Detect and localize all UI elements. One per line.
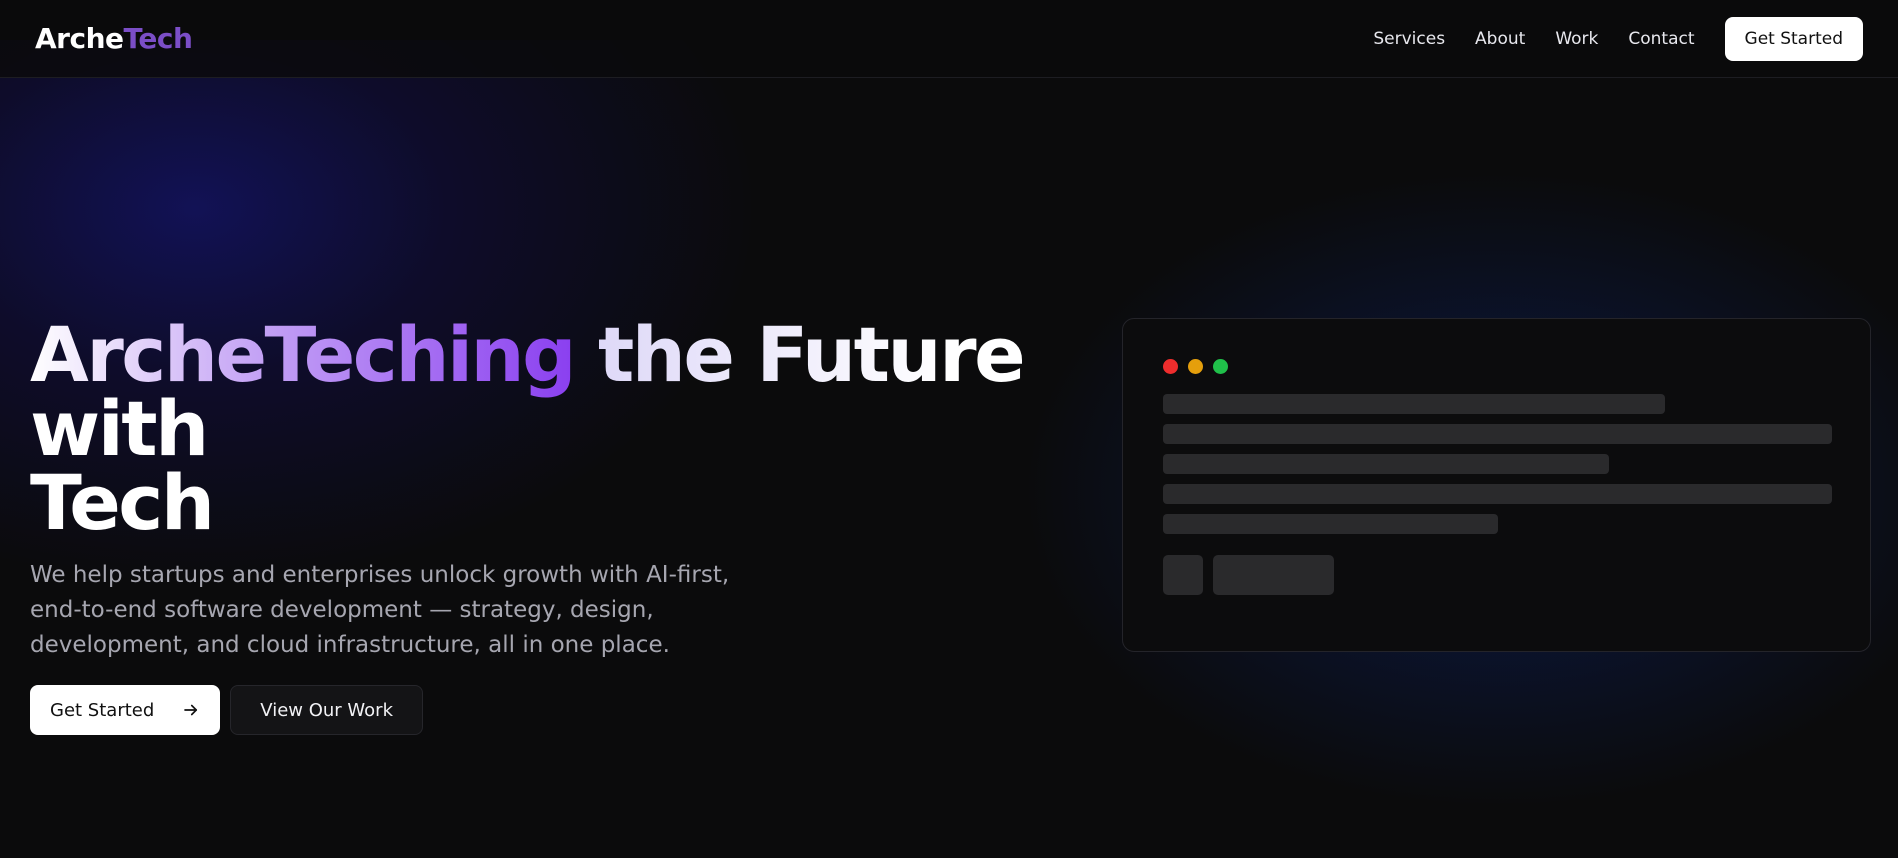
logo-text-tech: Tech	[123, 22, 193, 55]
app-window-mockup	[1122, 318, 1871, 652]
arrow-right-icon	[184, 704, 198, 716]
site-header: ArcheTech Services About Work Contact Ge…	[0, 0, 1898, 78]
skeleton-line	[1163, 484, 1832, 504]
skeleton-chip	[1163, 555, 1203, 595]
nav-link-about[interactable]: About	[1475, 29, 1525, 49]
view-our-work-label: View Our Work	[260, 699, 393, 721]
skeleton-line	[1163, 514, 1498, 534]
brand-logo[interactable]: ArcheTech	[35, 22, 193, 55]
nav-link-services[interactable]: Services	[1373, 29, 1445, 49]
window-controls	[1163, 359, 1228, 374]
hero-headline: ArcheTeching the Future with Tech	[30, 317, 1030, 541]
hero-section: ArcheTeching the Future with Tech We hel…	[30, 317, 1030, 735]
skeleton-line	[1163, 424, 1832, 444]
page: ArcheTech Services About Work Contact Ge…	[0, 0, 1898, 858]
hero-actions: Get Started View Our Work	[30, 685, 1030, 735]
logo-text-arche: Arche	[35, 22, 124, 55]
window-minimize-dot	[1188, 359, 1203, 374]
window-maximize-dot	[1213, 359, 1228, 374]
main-nav: Services About Work Contact Get Started	[1373, 16, 1863, 61]
header-get-started-button[interactable]: Get Started	[1724, 16, 1863, 61]
skeleton-button	[1213, 555, 1334, 595]
get-started-label: Get Started	[50, 699, 155, 721]
nav-link-work[interactable]: Work	[1555, 29, 1598, 49]
view-our-work-button[interactable]: View Our Work	[230, 685, 423, 735]
headline-text-line2: Tech	[30, 458, 215, 547]
nav-link-contact[interactable]: Contact	[1628, 29, 1694, 49]
skeleton-line	[1163, 394, 1665, 414]
skeleton-line	[1163, 454, 1609, 474]
window-close-dot	[1163, 359, 1178, 374]
get-started-button[interactable]: Get Started	[30, 685, 221, 735]
hero-subtext: We help startups and enterprises unlock …	[30, 562, 730, 658]
